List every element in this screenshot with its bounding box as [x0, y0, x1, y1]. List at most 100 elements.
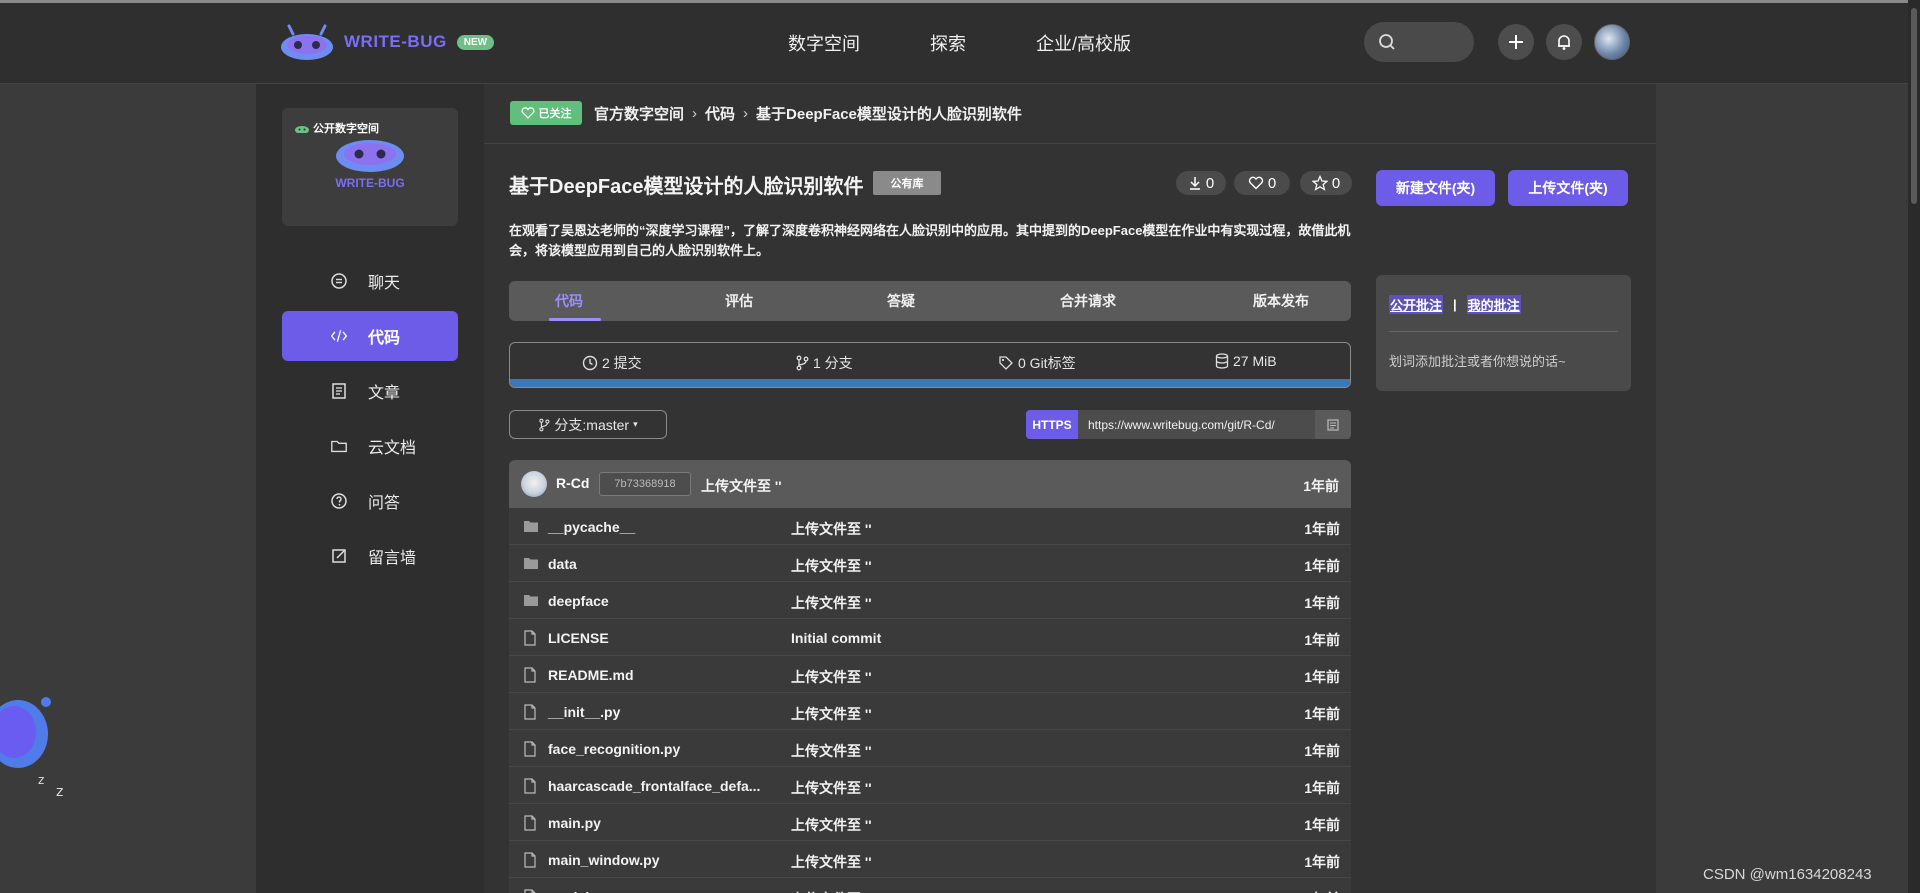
file-commit-time: 1年前	[1304, 632, 1340, 648]
tag-icon	[999, 356, 1013, 370]
commits-stat-label: 2 提交	[602, 355, 642, 371]
user-avatar[interactable]	[1594, 24, 1630, 60]
divider	[1389, 331, 1618, 332]
new-file-button[interactable]: 新建文件(夹)	[1376, 170, 1495, 206]
branch-selector-label: 分支:master	[554, 416, 630, 433]
star-count[interactable]: 0	[1300, 171, 1352, 195]
copy-icon	[1327, 418, 1339, 431]
sidebar-item-label: 文章	[368, 385, 401, 402]
file-commit-message[interactable]: 上传文件至 ''	[791, 556, 872, 576]
table-row[interactable]: __pycache__ 上传文件至 '' 1年前	[509, 508, 1351, 545]
clone-url-field[interactable]: https://www.writebug.com/git/R-Cd/	[1078, 410, 1315, 439]
tab-qa[interactable]: 答疑	[861, 281, 941, 321]
sidebar-item-message-wall[interactable]: 留言墙	[282, 531, 458, 581]
chat-icon	[330, 272, 348, 290]
repo-stats-bar: 2 提交 1 分支 0 Git标签 27 MiB	[509, 342, 1351, 388]
table-row[interactable]: README.md 上传文件至 '' 1年前	[509, 656, 1351, 693]
table-row[interactable]: main.py 上传文件至 '' 1年前	[509, 804, 1351, 841]
clone-protocol-button[interactable]: HTTPS	[1026, 410, 1078, 439]
table-row[interactable]: face_recognition.py 上传文件至 '' 1年前	[509, 730, 1351, 767]
notifications-button[interactable]	[1546, 24, 1582, 60]
repo-tabs: 代码 评估 答疑 合并请求 版本发布	[509, 281, 1351, 321]
file-name-link[interactable]: main_window.py	[548, 852, 660, 868]
copy-button[interactable]	[1315, 410, 1351, 439]
breadcrumb-repo: 基于DeepFace模型设计的人脸识别软件	[756, 106, 1022, 123]
branch-selector[interactable]: 分支:master ▾	[509, 410, 667, 439]
android-icon	[295, 126, 309, 133]
follow-button[interactable]: 已关注	[510, 101, 582, 125]
tab-evaluation[interactable]: 评估	[699, 281, 779, 321]
file-commit-message[interactable]: 上传文件至 ''	[791, 852, 872, 872]
file-commit-message[interactable]: 上传文件至 ''	[791, 704, 872, 724]
commit-author-avatar[interactable]	[521, 471, 547, 497]
file-name-link[interactable]: __init__.py	[548, 704, 620, 720]
file-name-link[interactable]: __pycache__	[548, 519, 635, 535]
table-row[interactable]: data 上传文件至 '' 1年前	[509, 545, 1351, 582]
table-row[interactable]: LICENSE Initial commit 1年前	[509, 619, 1351, 656]
file-name-link[interactable]: haarcascade_frontalface_defa...	[548, 778, 760, 794]
sleeping-mascot-icon[interactable]: z z	[0, 670, 80, 800]
annotation-panel: 公开批注 | 我的批注 划词添加批注或者你想说的话~	[1376, 275, 1631, 391]
commit-message[interactable]: 上传文件至 ''	[701, 476, 782, 496]
nav-explore[interactable]: 探索	[930, 30, 966, 56]
file-commit-message[interactable]: 上传文件至 ''	[791, 667, 872, 687]
annotation-hint: 划词添加批注或者你想说的话~	[1389, 354, 1566, 369]
file-commit-message[interactable]: 上传文件至 ''	[791, 593, 872, 613]
file-name-link[interactable]: deepface	[548, 593, 609, 609]
repo-title: 基于DeepFace模型设计的人脸识别软件	[509, 176, 864, 198]
breadcrumb-code[interactable]: 代码	[705, 103, 735, 124]
sidebar-item-chat[interactable]: 聊天	[282, 256, 458, 306]
space-card[interactable]: 公开数字空间 WRITE-BUG	[282, 108, 458, 226]
page-scrollbar[interactable]	[1908, 0, 1920, 893]
branches-stat[interactable]: 1 分支	[795, 353, 853, 373]
file-commit-message[interactable]: Initial commit	[791, 630, 881, 646]
sidebar-item-cloud-docs[interactable]: 云文档	[282, 421, 458, 471]
commit-author[interactable]: R-Cd	[556, 475, 589, 491]
nav-digital-space[interactable]: 数字空间	[788, 30, 860, 56]
tab-releases[interactable]: 版本发布	[1231, 281, 1331, 321]
clock-icon	[582, 355, 598, 371]
file-commit-message[interactable]: 上传文件至 ''	[791, 519, 872, 539]
file-name-link[interactable]: README.md	[548, 667, 634, 683]
add-button[interactable]	[1498, 24, 1534, 60]
tab-my-annotations[interactable]: 我的批注	[1466, 295, 1521, 314]
tab-public-annotations[interactable]: 公开批注	[1389, 295, 1444, 314]
nav-enterprise[interactable]: 企业/高校版	[1036, 30, 1131, 56]
table-row[interactable]: haarcascade_frontalface_defa... 上传文件至 '' 1…	[509, 767, 1351, 804]
active-tab-indicator	[549, 318, 601, 321]
commit-hash[interactable]: 7b73368918	[599, 472, 691, 496]
file-name-link[interactable]: model.py	[548, 889, 609, 893]
download-count[interactable]: 0	[1176, 171, 1226, 195]
sidebar-item-qa[interactable]: 问答	[282, 476, 458, 526]
size-stat-label: 27 MiB	[1233, 353, 1277, 369]
file-commit-message[interactable]: 上传文件至 ''	[791, 778, 872, 798]
top-accent-line	[0, 0, 1920, 3]
table-row[interactable]: __init__.py 上传文件至 '' 1年前	[509, 693, 1351, 730]
breadcrumb-official-space[interactable]: 官方数字空间	[594, 103, 684, 124]
file-commit-message[interactable]: 上传文件至 ''	[791, 889, 872, 893]
table-row[interactable]: main_window.py 上传文件至 '' 1年前	[509, 841, 1351, 878]
file-name-link[interactable]: data	[548, 556, 577, 572]
article-icon	[330, 382, 348, 400]
tab-merge-requests[interactable]: 合并请求	[1033, 281, 1143, 321]
tab-code[interactable]: 代码	[529, 281, 609, 321]
upload-file-button[interactable]: 上传文件(夹)	[1508, 170, 1628, 206]
file-name-link[interactable]: main.py	[548, 815, 601, 831]
search-box[interactable]	[1364, 22, 1474, 62]
table-row[interactable]: deepface 上传文件至 '' 1年前	[509, 582, 1351, 619]
sidebar-item-code[interactable]: 代码	[282, 311, 458, 361]
sidebar-item-articles[interactable]: 文章	[282, 366, 458, 416]
file-name-link[interactable]: face_recognition.py	[548, 741, 680, 757]
commits-stat[interactable]: 2 提交	[582, 353, 642, 373]
tags-stat[interactable]: 0 Git标签	[998, 353, 1076, 373]
sidebar-item-label: 留言墙	[368, 550, 417, 567]
branches-stat-label: 1 分支	[813, 355, 853, 371]
scrollbar-thumb[interactable]	[1911, 8, 1917, 204]
table-row[interactable]: model.py 上传文件至 '' 1年前	[509, 878, 1351, 893]
file-name-link[interactable]: LICENSE	[548, 630, 609, 646]
site-logo[interactable]: WRITE-BUG NEW	[280, 22, 495, 62]
file-commit-message[interactable]: 上传文件至 ''	[791, 741, 872, 761]
bell-icon	[1558, 35, 1570, 50]
file-commit-message[interactable]: 上传文件至 ''	[791, 815, 872, 835]
like-count[interactable]: 0	[1234, 171, 1290, 195]
